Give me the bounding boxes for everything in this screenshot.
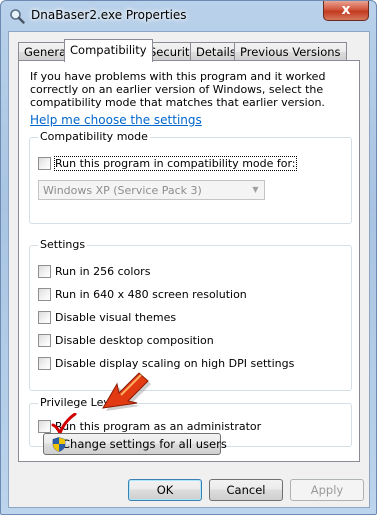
run-as-admin-label[interactable]: Run this program as an administrator [55, 420, 261, 433]
window-title: DnaBaser2.exe Properties [31, 8, 187, 22]
apply-button[interactable]: Apply [290, 479, 364, 501]
ok-button[interactable]: OK [128, 479, 202, 501]
close-button[interactable]: x [323, 1, 369, 21]
setting-640x480-label[interactable]: Run in 640 x 480 screen resolution [55, 288, 247, 301]
setting-disable-dpi-scaling-label[interactable]: Disable display scaling on high DPI sett… [55, 357, 294, 370]
compatibility-mode-checkbox[interactable] [38, 157, 51, 170]
setting-disable-themes-label[interactable]: Disable visual themes [55, 311, 176, 324]
setting-640x480-checkbox[interactable] [38, 288, 51, 301]
tab-compatibility[interactable]: Compatibility [64, 39, 153, 62]
setting-256-colors-checkbox[interactable] [38, 265, 51, 278]
setting-disable-composition-checkbox[interactable] [38, 334, 51, 347]
properties-window: DnaBaser2.exe Properties x General Compa… [0, 0, 377, 515]
compatibility-mode-group: Compatibility mode Run this program in c… [29, 130, 352, 224]
settings-label: Settings [38, 238, 88, 251]
change-settings-all-users-button[interactable]: Change settings for all users [43, 433, 227, 455]
cancel-button[interactable]: Cancel [209, 479, 283, 501]
run-as-admin-checkbox[interactable] [38, 420, 51, 433]
dialog-client-area: General Compatibility Security Details P… [8, 31, 370, 508]
compatibility-mode-checkbox-label[interactable]: Run this program in compatibility mode f… [54, 156, 297, 171]
uac-shield-icon [52, 437, 66, 452]
intro-text: If you have problems with this program a… [30, 70, 326, 109]
chevron-down-icon[interactable]: ▼ [247, 181, 264, 199]
setting-256-colors-label[interactable]: Run in 256 colors [55, 265, 150, 278]
help-choose-settings-link[interactable]: Help me choose the settings [30, 113, 202, 127]
settings-group: Settings Run in 256 colors Run in 640 x … [29, 238, 352, 391]
magnifier-icon [10, 9, 25, 24]
title-bar[interactable]: DnaBaser2.exe Properties x [1, 1, 376, 31]
compatibility-panel: If you have problems with this program a… [18, 60, 360, 462]
red-arrow-icon [102, 372, 151, 411]
change-settings-all-users-label: Change settings for all users [62, 437, 227, 451]
compatibility-mode-select-value: Windows XP (Service Pack 3) [43, 184, 202, 197]
setting-disable-dpi-scaling-checkbox[interactable] [38, 357, 51, 370]
setting-disable-themes-checkbox[interactable] [38, 311, 51, 324]
tab-previous-versions[interactable]: Previous Versions [234, 42, 347, 61]
compatibility-mode-select[interactable]: Windows XP (Service Pack 3) ▼ [38, 180, 265, 200]
compatibility-mode-label: Compatibility mode [38, 130, 150, 143]
setting-disable-composition-label[interactable]: Disable desktop composition [55, 334, 214, 347]
